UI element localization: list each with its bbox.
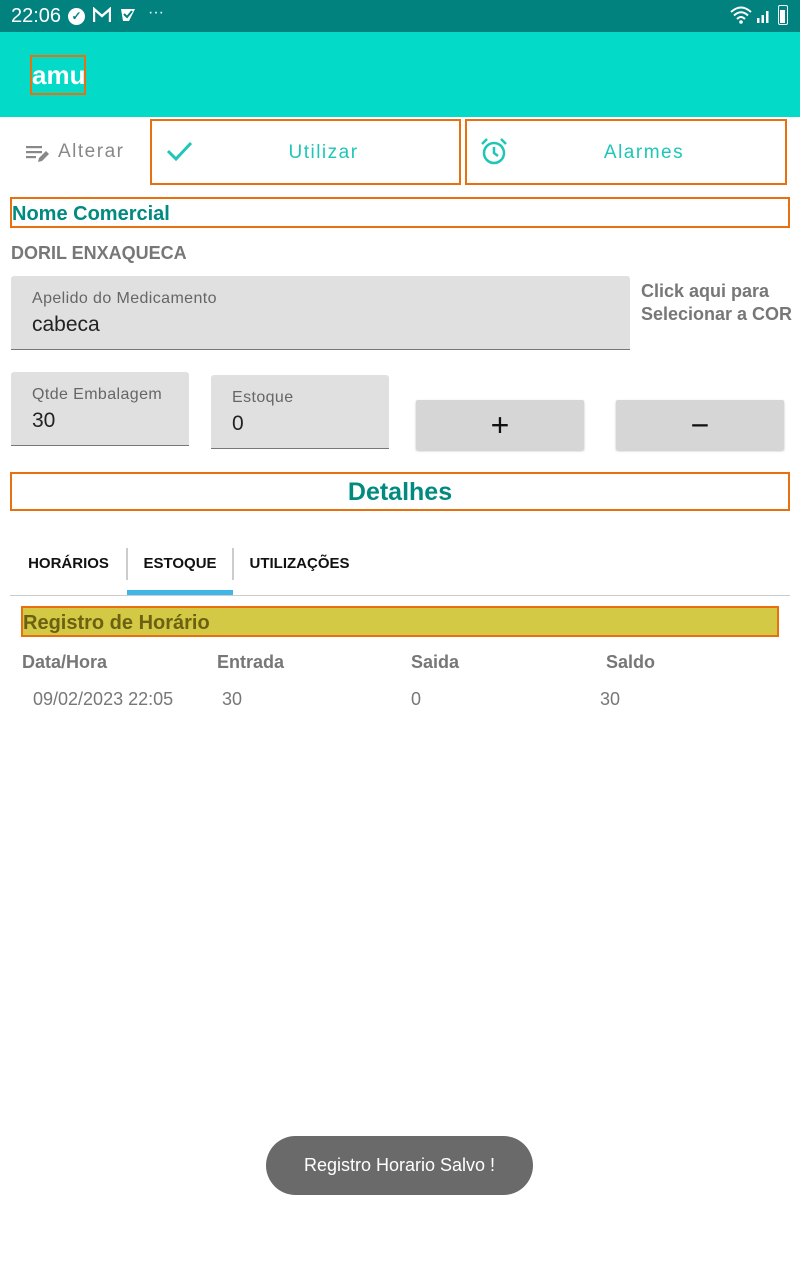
col-header-entrada: Entrada (217, 652, 285, 672)
signal-icon (756, 7, 772, 28)
estoque-field[interactable]: Estoque 0 (211, 375, 389, 449)
apelido-field[interactable]: Apelido do Medicamento cabeca (11, 276, 630, 350)
apelido-label: Apelido do Medicamento (32, 290, 217, 307)
minus-button[interactable]: − (616, 400, 784, 450)
app-title: amu (30, 55, 86, 95)
select-color-hint-line1: Click aqui para (641, 281, 770, 301)
alarmes-label: Alarmes (603, 142, 685, 163)
table-row: 09/02/2023 22:05 30 0 30 (22, 686, 782, 716)
registro-heading-text: Registro de Horário (23, 612, 210, 634)
utilizar-button[interactable]: Utilizar (150, 119, 461, 185)
apelido-value: cabeca (32, 313, 100, 336)
plus-icon: + (490, 407, 510, 443)
nome-comercial-heading: Nome Comercial (10, 197, 790, 228)
tab-utilizacoes[interactable]: UTILIZAÇÕES (233, 540, 366, 595)
alterar-button[interactable]: Alterar (22, 130, 142, 174)
plus-button[interactable]: + (416, 400, 584, 450)
qtde-embalagem-field[interactable]: Qtde Embalagem 30 (11, 372, 189, 446)
status-bar: 22:06 ✓ ··· (0, 0, 800, 32)
tab-utilizacoes-label: UTILIZAÇÕES (249, 555, 350, 572)
minus-icon: − (690, 407, 710, 443)
app-notification-icon (120, 7, 136, 28)
cell-entrada: 30 (222, 689, 243, 709)
col-header-datahora: Data/Hora (22, 652, 108, 672)
tab-bar: HORÁRIOS ESTOQUE UTILIZAÇÕES (10, 540, 790, 596)
check-circle-icon: ✓ (68, 8, 85, 25)
registro-heading: Registro de Horário (21, 606, 779, 637)
alterar-label: Alterar (58, 141, 125, 162)
alarmes-button[interactable]: Alarmes (465, 119, 787, 185)
qtde-embalagem-label: Qtde Embalagem (32, 386, 163, 403)
toast-message: Registro Horario Salvo ! (303, 1155, 496, 1175)
toast: Registro Horario Salvo ! (266, 1136, 533, 1195)
utilizar-label: Utilizar (288, 142, 359, 163)
nome-comercial-heading-text: Nome Comercial (12, 203, 170, 225)
detalhes-heading: Detalhes (10, 472, 790, 511)
more-notifications-icon: ··· (148, 4, 164, 21)
wifi-icon (730, 6, 752, 29)
estoque-value: 0 (232, 412, 244, 435)
status-time: 22:06 (11, 5, 62, 27)
app-bar (0, 32, 800, 117)
tab-horarios-label: HORÁRIOS (28, 555, 109, 572)
edit-icon (22, 140, 50, 164)
gmail-icon (92, 6, 112, 28)
tab-estoque[interactable]: ESTOQUE (127, 540, 233, 595)
cell-saldo: 30 (600, 689, 621, 709)
battery-icon (778, 5, 788, 25)
tab-horarios[interactable]: HORÁRIOS (10, 540, 127, 595)
estoque-label: Estoque (232, 389, 294, 406)
cell-saida: 0 (411, 689, 422, 709)
select-color-hint[interactable]: Click aqui para Selecionar a COR (641, 280, 792, 326)
tab-indicator (127, 590, 233, 595)
col-header-saida: Saida (411, 652, 460, 672)
qtde-embalagem-value: 30 (32, 409, 56, 432)
col-header-saldo: Saldo (606, 652, 656, 672)
cell-datahora: 09/02/2023 22:05 (33, 689, 174, 709)
tab-estoque-label: ESTOQUE (143, 555, 217, 572)
nome-comercial-value: DORIL ENXAQUECA (11, 243, 187, 263)
detalhes-heading-text: Detalhes (347, 478, 453, 506)
select-color-hint-line2: Selecionar a COR (641, 304, 793, 324)
